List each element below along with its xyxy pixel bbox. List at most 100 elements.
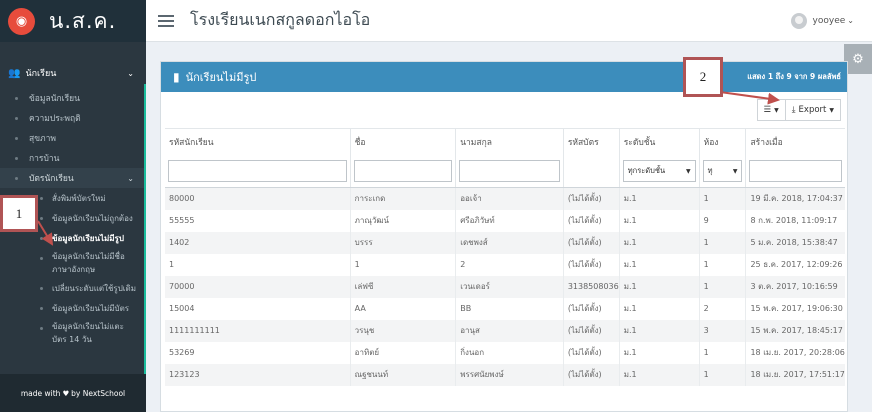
table-row[interactable]: 53269 อาทิตย์ กิ่งนอก (ไม่ได้ตั้ง) ม.1 1 18 เม…	[165, 341, 845, 364]
cell-last-name: ออเจ้า	[455, 187, 564, 210]
sidebar-subitem-no-english-name[interactable]: ข้อมูลนักเรียนไม่มีชื่อภาษาอังกฤษ	[0, 248, 140, 278]
column-header-room[interactable]: ห้อง	[699, 128, 747, 156]
cell-student-id: 80000	[165, 187, 351, 210]
column-header-card-id[interactable]: รหัสบัตร	[563, 128, 620, 156]
topbar: โรงเรียนเนกสกูลดอกไอโอ yooyee ⌄	[146, 0, 872, 42]
cell-last-name: ศรีอภิวัษท์	[455, 209, 564, 232]
column-header-student-id[interactable]: รหัสนักเรียน	[165, 128, 351, 156]
filter-level-select[interactable]: ทุกระดับชั้น ▼	[622, 160, 696, 183]
cell-created-at: 25 ธ.ค. 2017, 12:09:26	[750, 260, 843, 269]
cell-created-at: 15 พ.ค. 2017, 19:06:30	[750, 304, 843, 313]
table-toolbar: ☰ ▼ ⤓ Export ▼	[756, 99, 841, 121]
filter-created-at-input[interactable]	[749, 160, 842, 183]
user-name: yooyee	[812, 15, 846, 26]
filter-room-value: ทุ	[707, 166, 713, 176]
sidebar-subitem-no-card[interactable]: ข้อมูลนักเรียนไม่มีบัตร	[0, 298, 146, 318]
cell-room: 1	[699, 187, 747, 210]
column-header-created-at[interactable]: สร้างเมื่อ	[745, 128, 845, 156]
caret-down-icon: ▼	[829, 106, 834, 114]
user-menu[interactable]: yooyee ⌄	[790, 12, 854, 29]
list-icon: ☰	[763, 105, 772, 115]
cell-card-id: (ไม่ได้ตั้ง)	[563, 187, 620, 210]
cell-card-id: (ไม่ได้ตั้ง)	[563, 363, 620, 386]
table-row[interactable]: 15004 AA BB (ไม่ได้ตั้ง) ม.1 2 15 พ.ค. 2017, 1…	[165, 297, 845, 320]
cell-last-name: กิ่งนอก	[455, 341, 564, 364]
footer-by: by NextSchool	[71, 388, 126, 398]
cell-student-id: 15004	[165, 297, 351, 320]
column-header-first-name[interactable]: ชื่อ	[350, 128, 457, 156]
sidebar-section-students[interactable]: 👥 นักเรียน ⌄	[0, 62, 146, 84]
sidebar-group-student-card[interactable]: บัตรนักเรียน ⌄	[0, 168, 146, 188]
filter-level-value: ทุกระดับชั้น	[627, 166, 666, 176]
cell-first-name: วรนุช	[350, 319, 457, 342]
filter-cell: ทุ ▼	[699, 155, 747, 188]
cell-last-name: 2	[455, 253, 564, 276]
sidebar-item-student-info[interactable]: ข้อมูลนักเรียน	[0, 88, 146, 108]
table-row[interactable]: 80000 การะเกด ออเจ้า (ไม่ได้ตั้ง) ม.1 1 19 มี.…	[165, 187, 845, 210]
cell-created-at: 18 เม.ย. 2017, 17:51:17	[745, 363, 845, 386]
cell-created-at: 18 เม.ย. 2017, 20:28:06	[750, 348, 845, 357]
cell-student-id: 1111111111	[165, 319, 351, 342]
table-row[interactable]: 1111111111 วรนุช อานุส (ไม่ได้ตั้ง) ม.1 3 15 พ…	[165, 319, 845, 342]
table-body: 80000 การะเกด ออเจ้า (ไม่ได้ตั้ง) ม.1 1 19 มี.…	[165, 187, 845, 386]
cell-created-at: 15 พ.ค. 2017, 18:45:17	[745, 319, 845, 342]
settings-gear-icon[interactable]: ⚙	[844, 44, 872, 74]
brand[interactable]: ◉ น.ส.ค.	[0, 0, 146, 42]
caret-down-icon: ▼	[685, 167, 691, 175]
cell-student-id: 123123	[165, 363, 351, 386]
table-row[interactable]: 1402 บรรร เดชพงส์ (ไม่ได้ตั้ง) ม.1 1 5 ม.ค. 20…	[165, 231, 845, 254]
cell-level: ม.1	[619, 253, 700, 276]
cell-last-name: พรรศนัยพงษ์	[455, 363, 564, 386]
cell-first-name: 1	[350, 253, 457, 276]
cell-room: 3	[699, 319, 747, 342]
table-row[interactable]: 123123 ณฐชนนท์ พรรศนัยพงษ์ (ไม่ได้ตั้ง) ม.1 1…	[165, 363, 845, 386]
sidebar-item-homework[interactable]: การบ้าน	[0, 148, 146, 168]
sidebar-footer: made with ♥ by NextSchool	[0, 374, 146, 412]
filter-cell: ทุกระดับชั้น ▼	[619, 155, 700, 188]
table-row[interactable]: 1 1 2 (ไม่ได้ตั้ง) ม.1 1 25 ธ.ค. 2017, 12:09:2…	[165, 253, 845, 276]
cell-card-id: (ไม่ได้ตั้ง)	[563, 319, 620, 342]
owl-logo-icon: ◉	[8, 7, 35, 35]
students-without-photo-panel: ▮ นักเรียนไม่มีรูป แสดง 1 ถึง 9 จาก 9 ผล…	[160, 61, 848, 412]
sidebar-item-health[interactable]: สุขภาพ	[0, 128, 146, 148]
sidebar-group-label: บัตรนักเรียน	[29, 174, 74, 184]
panel-title: นักเรียนไม่มีรูป	[185, 71, 257, 84]
caret-down-icon: ▼	[774, 106, 779, 114]
sidebar-item-behavior[interactable]: ความประพฤติ	[0, 108, 146, 128]
filter-student-id-input[interactable]	[168, 160, 347, 183]
heart-icon: ♥	[62, 388, 70, 398]
filter-last-name-input[interactable]	[459, 160, 560, 183]
book-icon: ▮	[173, 70, 180, 84]
cell-first-name: ภาณุวัฒน์	[350, 209, 457, 232]
cell-last-name: อานุส	[455, 319, 564, 342]
export-button[interactable]: ⤓ Export ▼	[784, 99, 841, 121]
cell-created-at: 19 มี.ค. 2018, 17:04:37	[745, 187, 845, 210]
cell-student-id: 55555	[165, 209, 351, 232]
table-row[interactable]: 55555 ภาณุวัฒน์ ศรีอภิวัษท์ (ไม่ได้ตั้ง) ม.1…	[165, 209, 845, 232]
cell-level: ม.1	[619, 363, 700, 386]
column-header-last-name[interactable]: นามสกุล	[455, 128, 564, 156]
sidebar-subitem-no-tap-14-days[interactable]: ข้อมูลนักเรียนไม่แตะบัตร 14 วัน	[0, 318, 140, 348]
hamburger-menu-icon[interactable]	[158, 12, 174, 30]
filter-cell	[350, 155, 457, 188]
sidebar-subitem-changed-level[interactable]: เปลี่ยนระดับแต่ใช้รูปเดิม	[0, 278, 146, 298]
filter-room-select[interactable]: ทุ ▼	[702, 160, 743, 183]
cell-first-name: การะเกด	[350, 187, 457, 210]
filter-cell	[165, 155, 351, 188]
cell-card-id: (ไม่ได้ตั้ง)	[563, 253, 620, 276]
cell-student-id: 1	[165, 253, 351, 276]
cell-last-name: เวนเดอร์	[455, 275, 564, 298]
cell-level: ม.1	[619, 275, 700, 298]
table-row[interactable]: 70000 เล่ฟซี เวนเดอร์ 3138508036 ม.1 1 3 ต.ค. …	[165, 275, 845, 298]
column-header-level[interactable]: ระดับชั้น	[619, 128, 700, 156]
filter-first-name-input[interactable]	[353, 160, 453, 183]
column-toggle-button[interactable]: ☰ ▼	[756, 99, 786, 121]
brand-name: น.ส.ค.	[49, 8, 117, 33]
sidebar-accent-bar	[144, 84, 146, 374]
sidebar-section-label: นักเรียน	[25, 69, 57, 79]
cell-card-id: 3138508036	[563, 275, 620, 298]
cell-level: ม.1	[619, 231, 700, 254]
cell-level: ม.1	[619, 341, 700, 364]
filter-cell	[563, 155, 620, 188]
cell-created-at: 8 ก.พ. 2018, 11:09:17	[750, 216, 838, 225]
